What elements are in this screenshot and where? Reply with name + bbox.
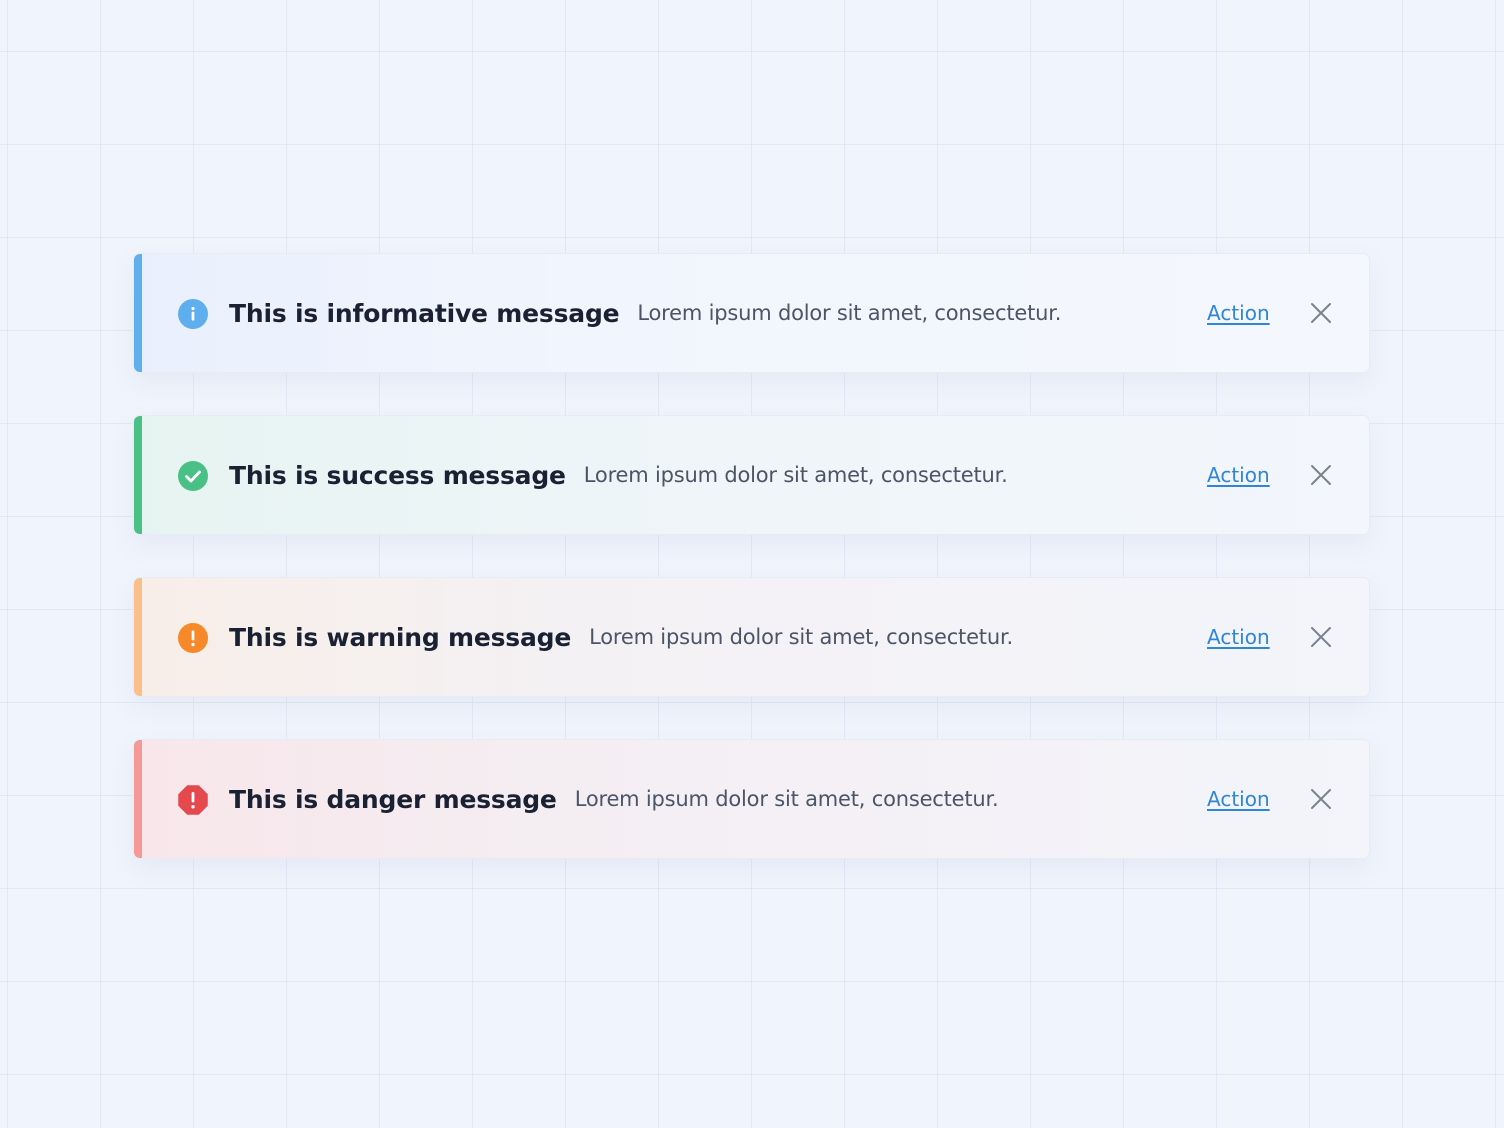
- alert-title: This is success message: [229, 460, 566, 490]
- alert-description: Lorem ipsum dolor sit amet, consectetur.: [589, 625, 1013, 649]
- close-icon[interactable]: [1309, 787, 1333, 811]
- info-icon: [177, 298, 209, 330]
- alert-content: This is success message Lorem ipsum dolo…: [229, 416, 1008, 534]
- alert-description: Lorem ipsum dolor sit amet, consectetur.: [574, 787, 999, 811]
- alert-title: This is danger message: [229, 784, 557, 814]
- alert-success: This is success message Lorem ipsum dolo…: [133, 415, 1370, 535]
- close-icon[interactable]: [1309, 463, 1333, 487]
- alert-action-link[interactable]: Action: [1207, 416, 1270, 534]
- alert-action-link[interactable]: Action: [1207, 578, 1270, 696]
- alert-title: This is informative message: [229, 298, 620, 328]
- close-icon[interactable]: [1309, 301, 1333, 325]
- alert-title: This is warning message: [229, 622, 572, 652]
- alert-action-link[interactable]: Action: [1207, 740, 1270, 858]
- exclamation-circle-icon: [177, 622, 209, 654]
- alert-accent-bar: [134, 578, 142, 696]
- alert-action-link[interactable]: Action: [1207, 254, 1270, 372]
- alert-content: This is warning message Lorem ipsum dolo…: [229, 578, 1013, 696]
- alert-danger: This is danger message Lorem ipsum dolor…: [133, 739, 1370, 859]
- alert-accent-bar: [134, 254, 142, 372]
- alert-description: Lorem ipsum dolor sit amet, consectetur.: [583, 463, 1008, 487]
- alert-accent-bar: [134, 740, 142, 858]
- alert-warning: This is warning message Lorem ipsum dolo…: [133, 577, 1370, 697]
- alert-info: This is informative message Lorem ipsum …: [133, 253, 1370, 373]
- alert-accent-bar: [134, 416, 142, 534]
- close-icon[interactable]: [1309, 625, 1333, 649]
- exclamation-octagon-icon: [177, 784, 209, 816]
- check-circle-icon: [177, 460, 209, 492]
- alert-list: This is informative message Lorem ipsum …: [133, 253, 1370, 901]
- alert-description: Lorem ipsum dolor sit amet, consectetur.: [637, 301, 1062, 325]
- alert-content: This is informative message Lorem ipsum …: [229, 254, 1061, 372]
- alert-content: This is danger message Lorem ipsum dolor…: [229, 740, 999, 858]
